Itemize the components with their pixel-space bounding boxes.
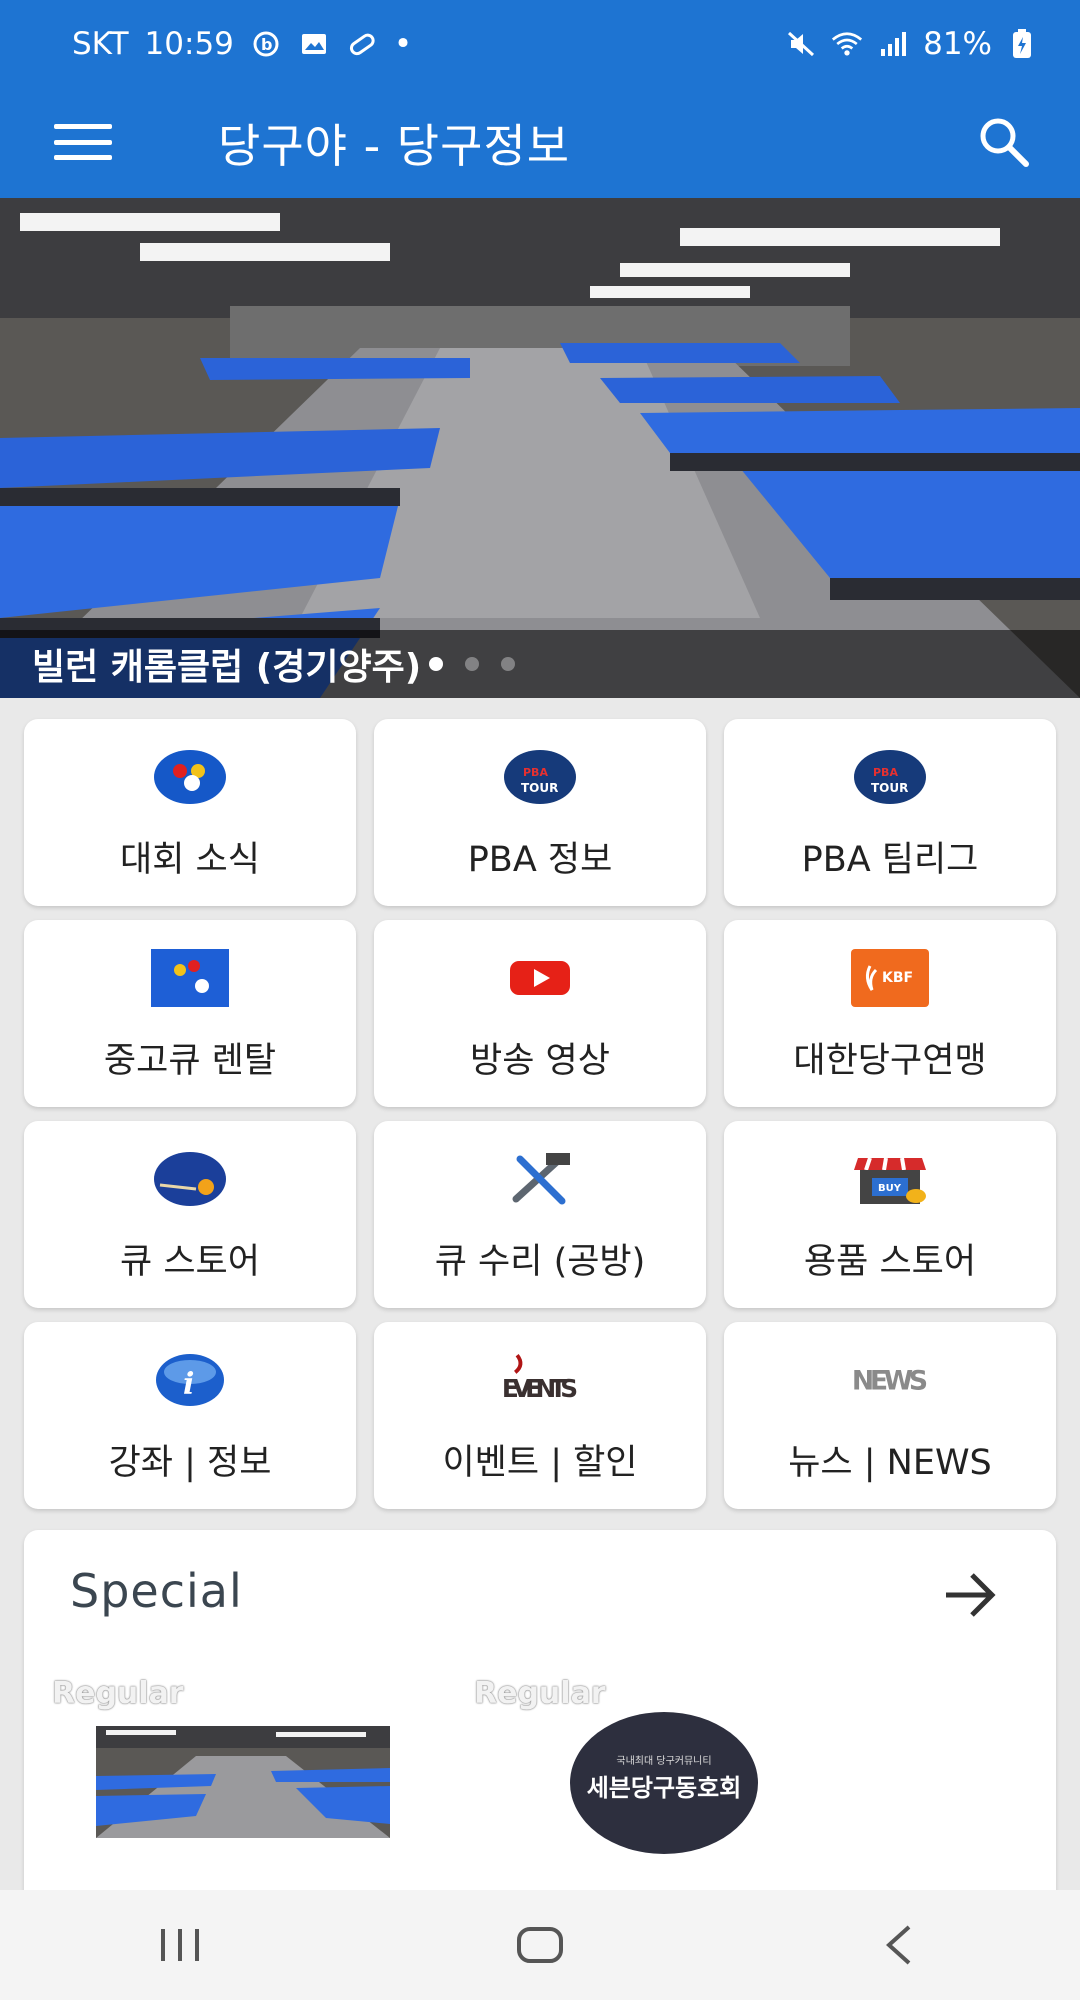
app-title: 당구야 - 당구정보 [218, 119, 571, 173]
info-icon: i [150, 1350, 230, 1410]
cue-ball-icon [150, 1149, 230, 1209]
menu-tile-cue-repair[interactable]: 큐 수리 (공방) [374, 1121, 706, 1308]
menu-tile-label: 뉴스 | NEWS [788, 1443, 992, 1483]
menu-tile-label: 이벤트 | 할인 [442, 1443, 638, 1483]
banner-photo [0, 198, 1080, 698]
back-icon [886, 1925, 911, 1965]
menu-tile-news[interactable]: NEWS 뉴스 | NEWS [724, 1322, 1056, 1509]
menu-tile-label: 대회 소식 [120, 840, 260, 880]
menu-tile-label: PBA 팀리그 [801, 840, 979, 880]
menu-tile-kbf[interactable]: KBF 대한당구연맹 [724, 920, 1056, 1107]
menu-tile-used-cue-rental[interactable]: 중고큐 렌탈 [24, 920, 356, 1107]
home-icon [517, 1927, 563, 1963]
svg-text:BUY: BUY [878, 1183, 902, 1194]
svg-text:b: b [261, 35, 272, 54]
svg-text:TOUR: TOUR [521, 781, 558, 795]
menu-tile-label: 중고큐 렌탈 [103, 1041, 277, 1081]
carousel-indicator [429, 657, 516, 671]
menu-tile-label: 방송 영상 [470, 1041, 610, 1081]
menu-tile-label: 대한당구연맹 [793, 1041, 987, 1081]
menu-tile-pba-team-league[interactable]: PBA TOUR PBA 팀리그 [724, 719, 1056, 906]
search-icon [980, 118, 1029, 167]
special-item-thumbnail[interactable] [96, 1726, 390, 1838]
kbf-logo-icon: KBF [850, 948, 930, 1008]
status-bar: SKT 10:59 b • 81% [0, 0, 1080, 88]
menu-tile-label: 큐 스토어 [120, 1242, 260, 1282]
banner-caption: 빌런 캐롬클럽 (경기양주) [32, 647, 422, 688]
carrier-label: SKT [72, 26, 129, 62]
system-navigation-bar [0, 1890, 1080, 2000]
pba-tour-icon: PBA TOUR [500, 747, 580, 807]
youtube-icon [500, 948, 580, 1008]
events-icon: EVENTS [500, 1350, 580, 1410]
battery-charging-icon [1006, 28, 1038, 60]
menu-tile-lessons-info[interactable]: i 강좌 | 정보 [24, 1322, 356, 1509]
banner-caption-bar: 빌런 캐롬클럽 (경기양주) [0, 630, 1080, 698]
svg-text:KBF: KBF [882, 970, 913, 986]
pill-icon [346, 28, 378, 60]
special-title: Special [70, 1564, 243, 1618]
search-button[interactable] [972, 110, 1036, 174]
svg-text:i: i [183, 1367, 194, 1402]
menu-grid: 대회 소식 PBA TOUR PBA 정보 PBA TOUR PBA 팀리그 중고큐… [24, 719, 1056, 1509]
image-icon [298, 28, 330, 60]
logo-text: 세븐당구동호회 [587, 1774, 742, 1802]
pba-tour-icon: PBA TOUR [850, 747, 930, 807]
banner-carousel[interactable]: 빌런 캐롬클럽 (경기양주) [0, 198, 1080, 698]
mute-icon [785, 28, 817, 60]
special-item-tag: Regular [52, 1676, 184, 1711]
menu-tile-broadcast-video[interactable]: 방송 영상 [374, 920, 706, 1107]
app-bar: 당구야 - 당구정보 [0, 88, 1080, 198]
menu-tile-pba-info[interactable]: PBA TOUR PBA 정보 [374, 719, 706, 906]
special-more-button[interactable] [942, 1570, 998, 1620]
home-button[interactable] [500, 1915, 580, 1975]
battery-label: 81% [923, 26, 992, 62]
menu-tile-label: 용품 스토어 [803, 1242, 977, 1282]
carousel-dot[interactable] [501, 657, 516, 671]
carousel-dot[interactable] [465, 657, 480, 671]
signal-icon [877, 28, 909, 60]
svg-text:PBA: PBA [873, 766, 898, 779]
notification-dot: • [393, 26, 413, 62]
recent-apps-button[interactable] [140, 1915, 220, 1975]
app-b-icon: b [250, 28, 282, 60]
menu-tile-label: 큐 수리 (공방) [434, 1242, 646, 1282]
menu-tile-cue-store[interactable]: 큐 스토어 [24, 1121, 356, 1308]
recent-apps-icon [161, 1929, 199, 1961]
shop-buy-icon: BUY [850, 1149, 930, 1209]
svg-text:NEWS: NEWS [852, 1366, 928, 1397]
menu-tile-tournament-news[interactable]: 대회 소식 [24, 719, 356, 906]
billiard-balls-icon [150, 747, 230, 807]
menu-tile-label: 강좌 | 정보 [108, 1443, 272, 1483]
news-icon: NEWS [850, 1350, 930, 1410]
menu-tile-label: PBA 정보 [467, 840, 613, 880]
menu-tile-goods-store[interactable]: BUY 용품 스토어 [724, 1121, 1056, 1308]
back-button[interactable] [860, 1915, 940, 1975]
hamburger-menu-button[interactable] [54, 118, 112, 166]
menu-tile-events-discount[interactable]: EVENTS 이벤트 | 할인 [374, 1322, 706, 1509]
carousel-dot[interactable] [429, 657, 444, 671]
special-item-tag: Regular [474, 1676, 606, 1711]
time-label: 10:59 [144, 26, 234, 62]
billiard-table-icon [150, 948, 230, 1008]
svg-text:EVENTS: EVENTS [502, 1374, 578, 1403]
wifi-icon [831, 28, 863, 60]
svg-text:PBA: PBA [523, 766, 548, 779]
special-item-logo[interactable]: 국내최대 당구커뮤니티 세븐당구동호회 [568, 1710, 760, 1856]
tools-icon [500, 1149, 580, 1209]
logo-subtext: 국내최대 당구커뮤니티 [616, 1755, 711, 1767]
arrow-right-icon [946, 1573, 996, 1617]
svg-text:TOUR: TOUR [871, 781, 908, 795]
